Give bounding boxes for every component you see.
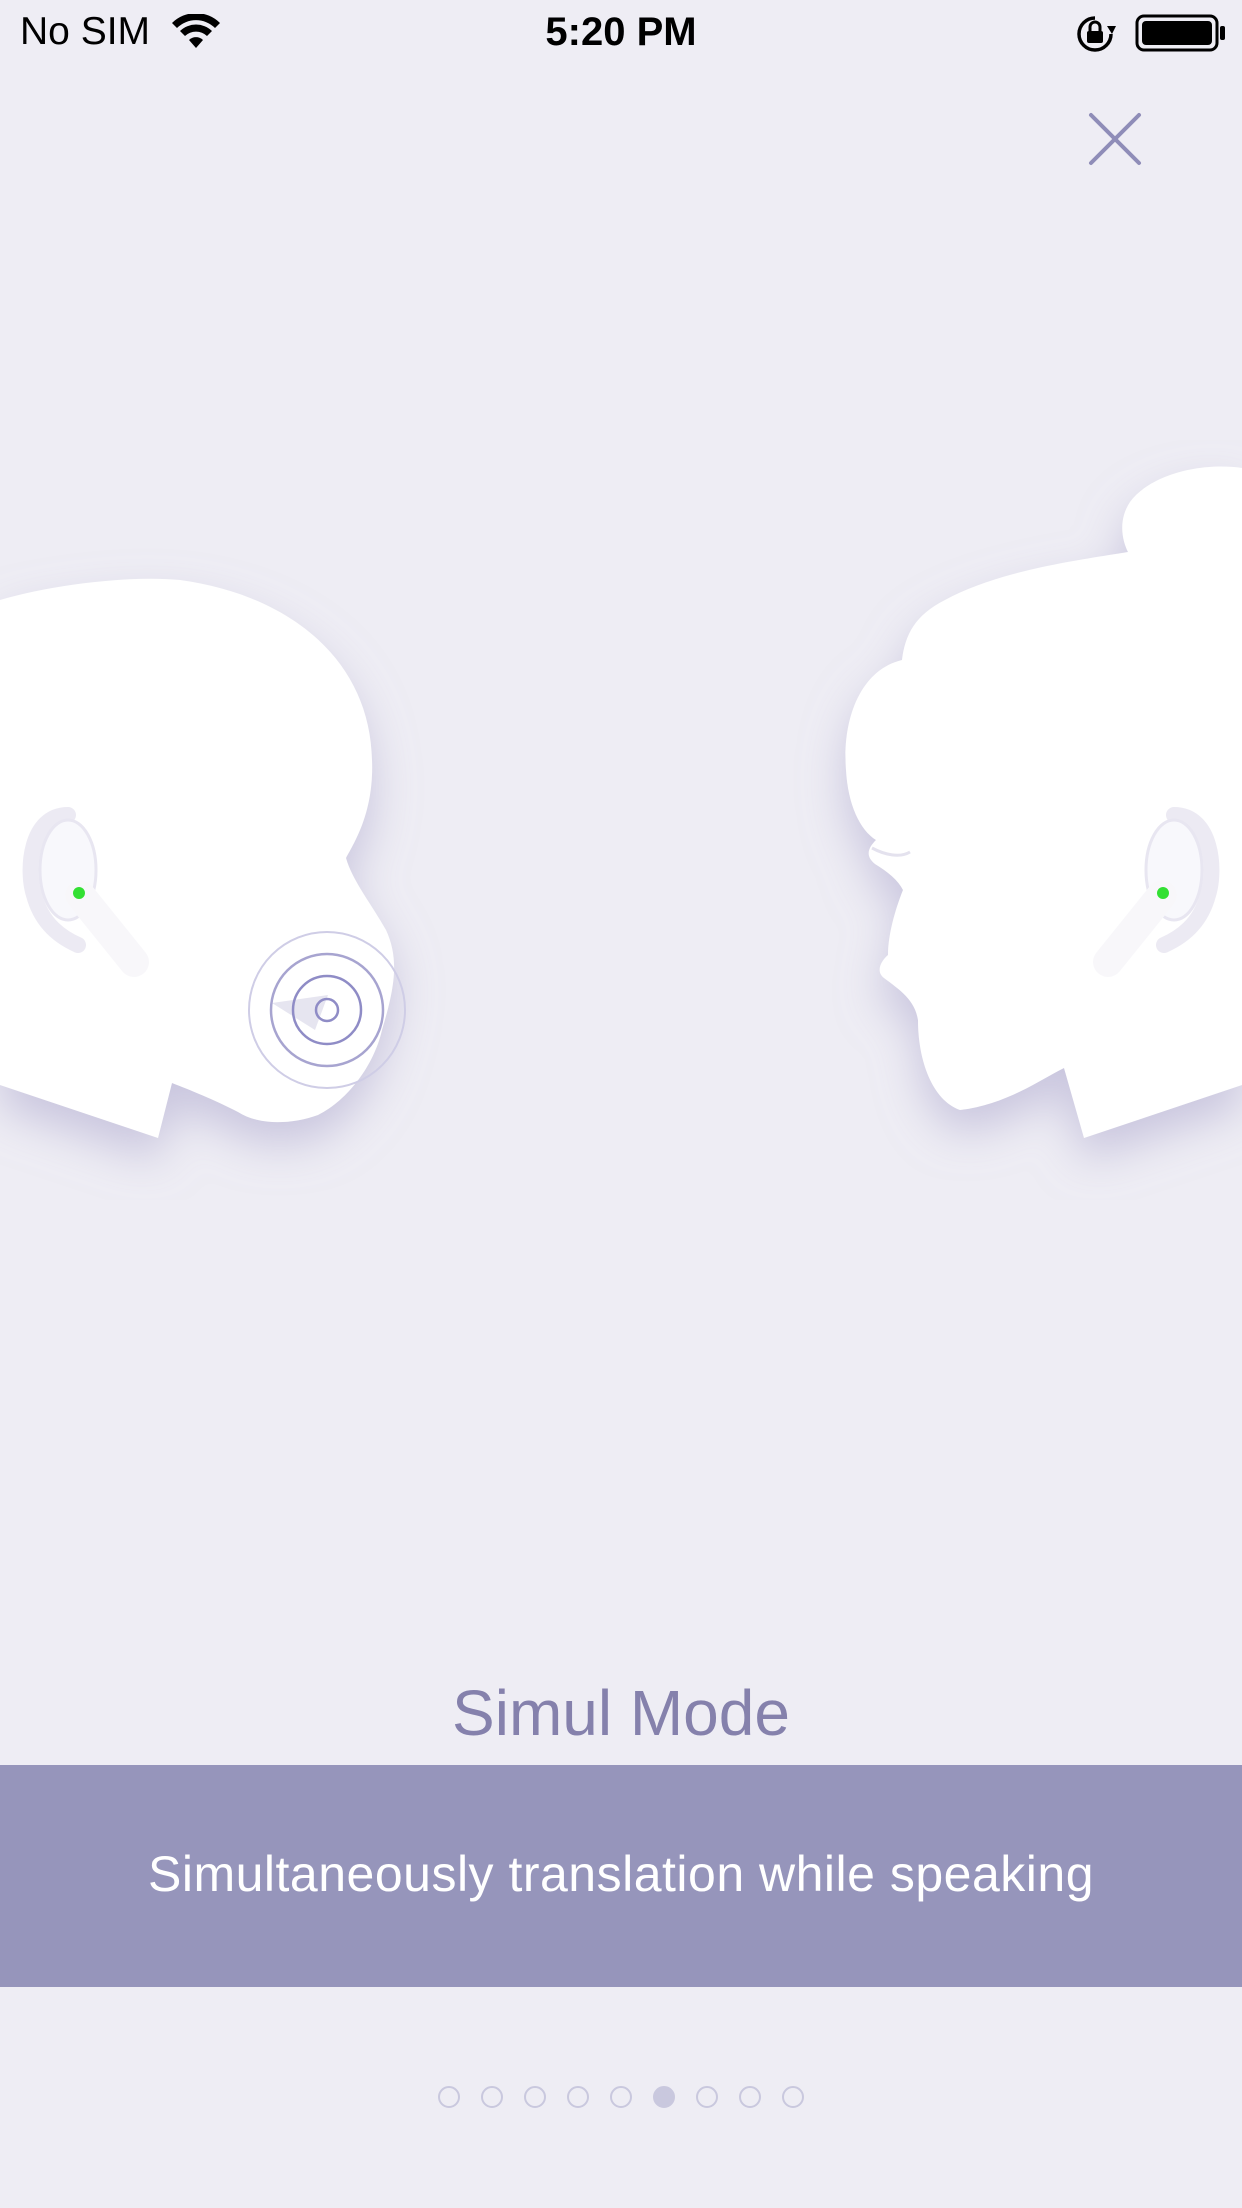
page-dot[interactable]	[696, 2086, 718, 2108]
page-dot[interactable]	[610, 2086, 632, 2108]
status-time: 5:20 PM	[545, 10, 697, 54]
page-dot[interactable]	[481, 2086, 503, 2108]
woman-head-icon	[845, 466, 1242, 1139]
orientation-lock-icon	[1074, 14, 1116, 59]
description-banner: Simultaneously translation while speakin…	[0, 1765, 1242, 1987]
page-dot[interactable]	[438, 2086, 460, 2108]
battery-icon	[1135, 14, 1227, 57]
onboarding-illustration	[0, 440, 1242, 1200]
page-dot[interactable]	[567, 2086, 589, 2108]
close-icon	[1089, 113, 1141, 165]
page-dot[interactable]	[739, 2086, 761, 2108]
page-dot[interactable]	[782, 2086, 804, 2108]
page-dot-active[interactable]	[653, 2086, 675, 2108]
page-indicator[interactable]	[0, 2086, 1242, 2116]
page-dot[interactable]	[524, 2086, 546, 2108]
status-bar: No SIM 5:20 PM	[0, 0, 1242, 66]
description-text: Simultaneously translation while speakin…	[147, 1846, 1094, 1902]
close-button[interactable]	[1082, 106, 1148, 172]
page-title: Simul Mode	[452, 1677, 790, 1749]
